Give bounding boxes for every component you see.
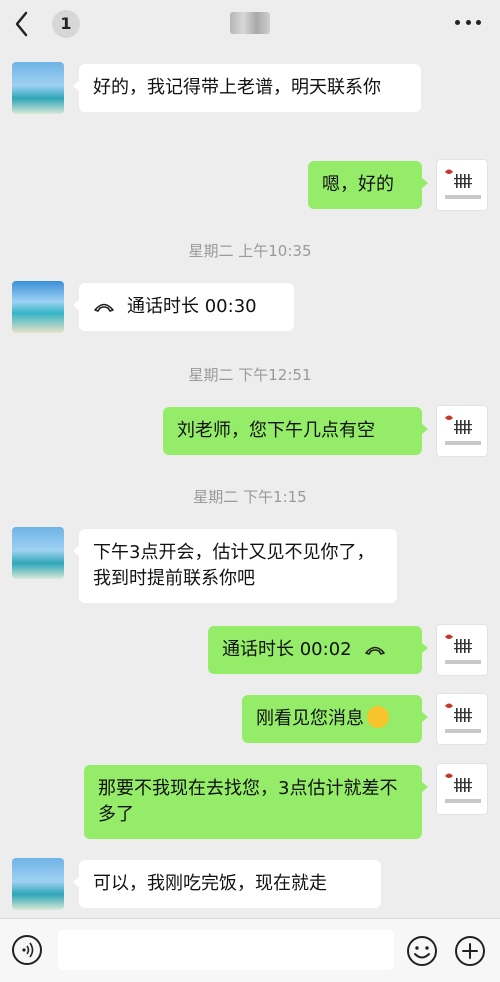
contact-avatar[interactable] xyxy=(12,62,64,114)
plus-icon[interactable] xyxy=(454,935,486,967)
message-text: 刘老师，您下午几点有空 xyxy=(177,420,375,441)
voice-input-button[interactable] xyxy=(12,935,42,965)
chat-title-blurred xyxy=(230,12,270,34)
timestamp: 星期二 下午12:51 xyxy=(188,366,312,384)
phone-hangup-icon xyxy=(94,303,114,312)
message-text: 刚看见您消息 xyxy=(256,708,364,729)
call-duration-text: 通话时长 00:30 xyxy=(127,296,257,317)
contact-avatar[interactable] xyxy=(12,527,64,579)
message-bubble-received[interactable]: 好的，我记得带上老谱，明天联系你 xyxy=(73,64,421,112)
brand-logo-icon xyxy=(445,703,481,733)
phone-hangup-icon xyxy=(364,646,385,655)
message-text: 嗯，好的 xyxy=(322,174,394,195)
message-bubble-sent[interactable]: 那要不我现在去找您，3点估计就差不多了 xyxy=(84,765,428,839)
contact-avatar[interactable] xyxy=(12,858,64,910)
unread-count-badge: 1 xyxy=(52,10,80,38)
call-duration-text: 通话时长 00:02 xyxy=(222,639,352,660)
brand-logo-icon xyxy=(445,773,481,803)
message-bubble-sent[interactable]: 刚看见您消息 xyxy=(242,695,428,743)
more-dots-icon[interactable] xyxy=(455,20,481,28)
message-input[interactable] xyxy=(58,930,394,970)
voice-input-icon xyxy=(22,942,34,958)
message-text: 可以，我刚吃完饭，现在就走 xyxy=(93,873,327,894)
brand-logo-icon xyxy=(445,169,481,199)
input-toolbar xyxy=(0,918,500,982)
call-record-bubble[interactable]: 通话时长 00:02 xyxy=(208,626,428,674)
call-record-bubble[interactable]: 通话时长 00:30 xyxy=(73,283,294,331)
my-avatar[interactable] xyxy=(436,159,488,211)
my-avatar[interactable] xyxy=(436,693,488,745)
message-text: 下午3点开会，估计又见不见你了，我到时提前联系你吧 xyxy=(93,542,375,589)
chat-header: 1 xyxy=(0,0,500,48)
message-text: 那要不我现在去找您，3点估计就差不多了 xyxy=(98,778,398,825)
my-avatar[interactable] xyxy=(436,763,488,815)
crying-laughing-emoji-icon xyxy=(367,706,389,728)
my-avatar[interactable] xyxy=(436,405,488,457)
contact-avatar[interactable] xyxy=(12,281,64,333)
my-avatar[interactable] xyxy=(436,624,488,676)
message-bubble-received[interactable]: 可以，我刚吃完饭，现在就走 xyxy=(73,860,381,908)
brand-logo-icon xyxy=(445,415,481,445)
message-bubble-sent[interactable]: 刘老师，您下午几点有空 xyxy=(163,407,428,455)
timestamp: 星期二 上午10:35 xyxy=(188,242,312,260)
message-bubble-sent[interactable]: 嗯，好的 xyxy=(308,161,428,209)
chevron-left-icon xyxy=(15,11,28,37)
message-bubble-received[interactable]: 下午3点开会，估计又见不见你了，我到时提前联系你吧 xyxy=(73,529,397,603)
message-text: 好的，我记得带上老谱，明天联系你 xyxy=(93,77,381,98)
emoji-icon[interactable] xyxy=(406,935,438,967)
timestamp: 星期二 下午1:15 xyxy=(193,488,307,506)
brand-logo-icon xyxy=(445,634,481,664)
back-button[interactable]: 1 xyxy=(14,10,80,38)
